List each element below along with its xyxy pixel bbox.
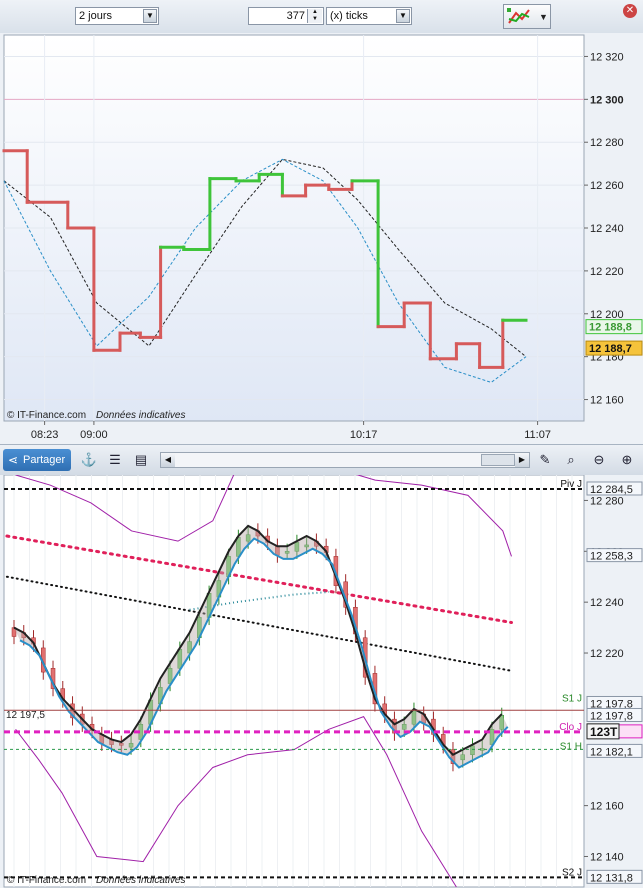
level-value: 12 182,1 [590, 746, 633, 758]
level-label: S2 J [562, 867, 582, 878]
y-tick-label: 12 260 [590, 180, 624, 192]
list-icon[interactable]: ☰ [106, 451, 124, 469]
ticks-value: 377 [286, 10, 305, 22]
stepper-arrows-icon[interactable]: ▲ ▼ [307, 9, 322, 23]
y-tick-label: 12 160 [590, 801, 624, 813]
level-label: S1 J [562, 693, 582, 704]
watermark: © IT-Finance.com [7, 410, 86, 421]
level-label: S1 H [560, 741, 582, 752]
y-tick-label: 12 220 [590, 648, 624, 660]
period-select[interactable]: 2 jours ▼ [75, 7, 159, 25]
share-icon: ⋖ [8, 453, 19, 467]
price-tag-up-label: 12 188,8 [589, 322, 632, 334]
indicators-chart-icon: ▼ [507, 8, 548, 24]
tick-line-chart: 12 320 12 300 12 280 12 260 12 240 12 220 12 2… [0, 33, 643, 444]
y-tick-label: 12 320 [590, 51, 624, 63]
chart-settings-icon[interactable]: ▤ [132, 451, 150, 469]
ticks-unit-value: (x) ticks [330, 10, 368, 22]
watermark-note: Données indicatives [96, 875, 186, 886]
candlestick-chart: 12 28012 26012 24012 22012 16012 140 Piv… [0, 475, 643, 888]
level-label: Clo J [559, 722, 582, 733]
anchor-icon[interactable]: ⚓ [80, 451, 98, 469]
scroll-thumb[interactable] [481, 454, 515, 466]
y-tick-label: 12 240 [590, 597, 624, 609]
chevron-down-icon[interactable]: ▼ [396, 9, 410, 23]
level-label: Piv J [560, 479, 582, 490]
zoom-fit-icon[interactable]: ⌕ [562, 451, 580, 469]
y-tick-label: 12 200 [590, 309, 624, 321]
x-tick-label: 10:17 [350, 429, 378, 441]
x-tick-label: 09:00 [80, 429, 108, 441]
last-label: 123T [590, 725, 618, 739]
zoom-in-icon[interactable]: ⊕ [618, 451, 636, 469]
x-tick-label: 11:07 [524, 429, 551, 441]
svg-text:▼: ▼ [539, 12, 548, 22]
watermark: © IT-Finance.com [7, 875, 86, 886]
watermark-note: Données indicatives [96, 410, 186, 421]
scroll-right-icon[interactable]: ▶ [515, 453, 529, 467]
price-tag-last-label: 12 188,7 [589, 343, 632, 355]
level-value: 12 284,5 [590, 484, 633, 496]
chart-toolbar: ⋖ Partager ⚓ ☰ ▤ ◀ ▶ ✎ ⌕ ⊖ ⊕ [0, 444, 643, 476]
indicators-button[interactable]: ▼ [503, 4, 551, 29]
x-tick-label: 08:23 [31, 429, 59, 441]
chevron-down-icon[interactable]: ▼ [143, 9, 157, 23]
share-label: Partager [23, 454, 66, 466]
scroll-left-icon[interactable]: ◀ [161, 453, 175, 467]
horizontal-scrollbar[interactable]: ◀ ▶ [160, 452, 530, 468]
left-level-label: 12 197,5 [6, 710, 45, 721]
top-toolbar: 2 jours ▼ 377 ▲ ▼ (x) ticks ▼ ▼ ✕ [0, 0, 643, 34]
y-tick-label: 12 280 [590, 137, 624, 149]
y-tick-label: 12 140 [590, 851, 624, 863]
period-select-value: 2 jours [79, 10, 113, 22]
pencil-icon[interactable]: ✎ [536, 451, 554, 469]
y-tick-label: 12 280 [590, 495, 624, 507]
share-button[interactable]: ⋖ Partager [3, 449, 71, 471]
level-value: 12 131,8 [590, 872, 633, 884]
level-value: 12 258,3 [590, 551, 633, 563]
level-value: 12 197,8 [590, 710, 633, 722]
zoom-out-icon[interactable]: ⊖ [590, 451, 608, 469]
y-tick-label: 12 300 [590, 94, 624, 106]
y-tick-label: 12 220 [590, 266, 624, 278]
y-tick-label: 12 160 [590, 395, 624, 407]
ticks-unit-select[interactable]: (x) ticks ▼ [326, 7, 412, 25]
ticks-stepper[interactable]: 377 ▲ ▼ [248, 7, 324, 25]
y-tick-label: 12 240 [590, 223, 624, 235]
close-icon[interactable]: ✕ [623, 4, 637, 18]
